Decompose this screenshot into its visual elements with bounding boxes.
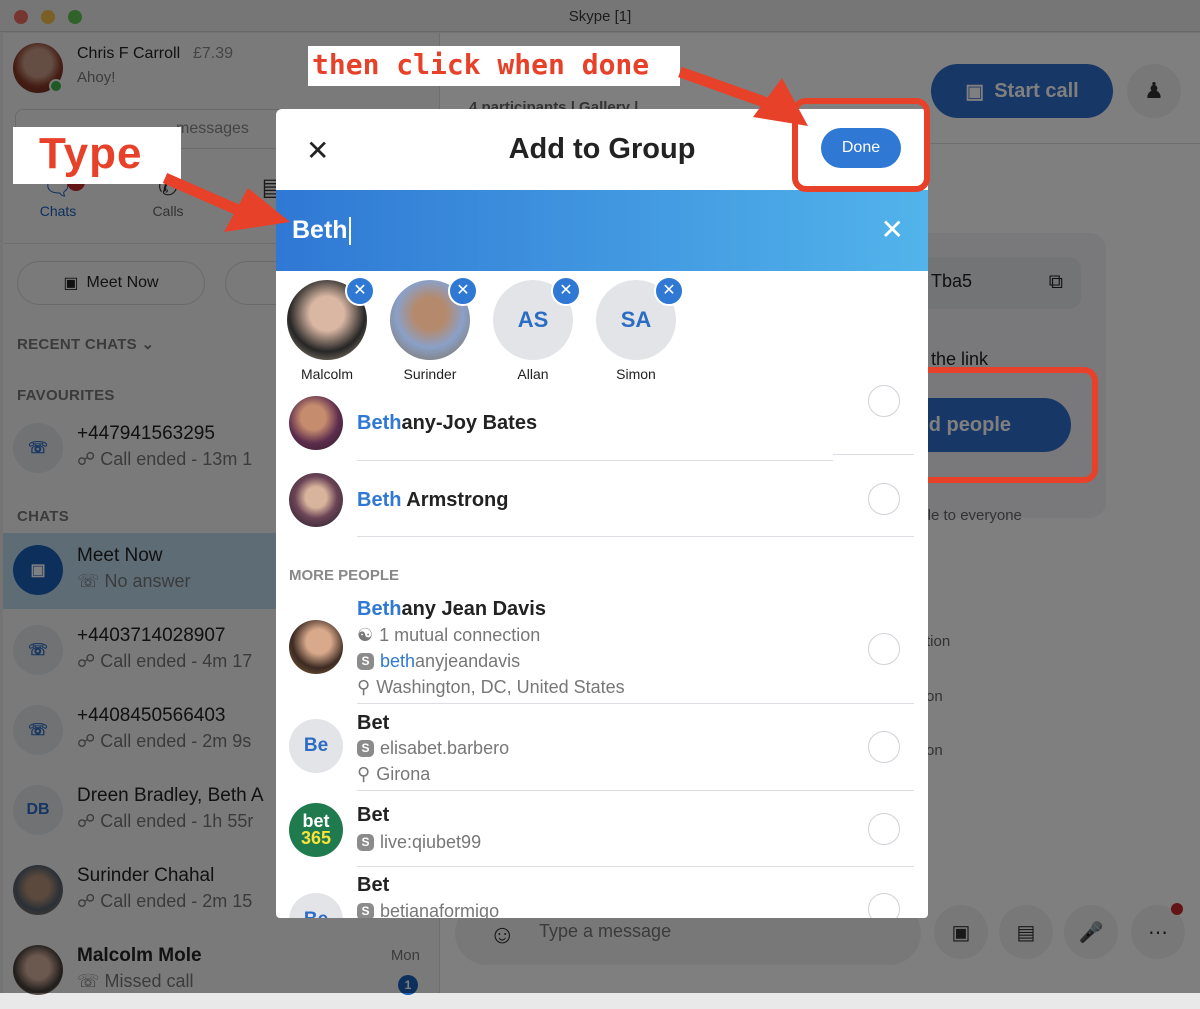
arrow-to-search <box>162 172 290 232</box>
highlight-done-box <box>792 98 930 192</box>
arrow-to-done <box>678 66 808 126</box>
highlight-add-people-box <box>928 367 1098 483</box>
annotation-arrows <box>162 66 808 232</box>
